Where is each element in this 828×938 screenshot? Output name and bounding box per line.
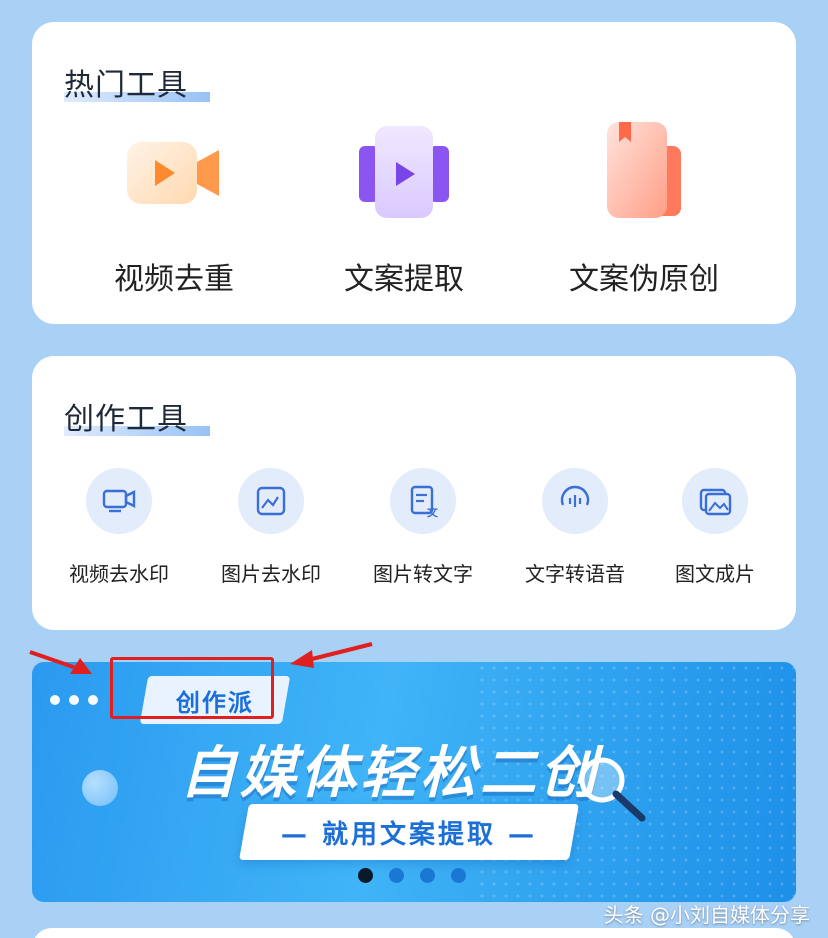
tool-label: 图文成片	[675, 562, 755, 586]
document-bookmark-icon	[607, 122, 681, 218]
hot-tool-copy-extract[interactable]: 文案提取	[284, 122, 524, 302]
next-card-edge	[32, 928, 796, 938]
tool-label: 图片转文字	[373, 562, 473, 586]
image-to-text-icon: 文	[410, 485, 439, 518]
tool-image-text-video[interactable]: 图文成片	[650, 468, 780, 588]
video-camera-icon	[127, 142, 219, 204]
film-play-icon	[359, 126, 449, 218]
tool-text-to-speech[interactable]: 文字转语音	[510, 468, 640, 588]
image-gallery-icon	[699, 488, 732, 516]
banner-deco-bubble	[82, 770, 118, 806]
tool-video-watermark-remove[interactable]: 视频去水印	[54, 468, 184, 588]
tool-icon-circle	[682, 468, 748, 534]
carousel-dot[interactable]	[420, 868, 435, 883]
creation-tools-card: 创作工具 视频去水印 图片去水印 文 图片转文字 文字转语音 图文成片	[32, 356, 796, 630]
tool-icon-circle	[238, 468, 304, 534]
tool-image-to-text[interactable]: 文 图片转文字	[358, 468, 488, 588]
image-watermark-icon	[256, 486, 286, 516]
creation-tools-title: 创作工具	[64, 394, 210, 438]
hot-tool-label: 视频去重	[114, 262, 234, 297]
tool-icon-circle	[542, 468, 608, 534]
hot-tools-card: 热门工具 视频去重 文案提取 文案伪原创	[32, 22, 796, 324]
magnifier-icon	[579, 757, 646, 822]
annotation-arrows	[29, 642, 373, 674]
tool-image-watermark-remove[interactable]: 图片去水印	[206, 468, 336, 588]
svg-text:文: 文	[427, 505, 439, 518]
carousel-dot[interactable]	[451, 868, 466, 883]
banner-cta-text: — 就用文案提取 —	[280, 819, 538, 850]
tool-label: 视频去水印	[69, 562, 169, 586]
carousel-dot[interactable]	[389, 868, 404, 883]
hot-tools-title: 热门工具	[64, 60, 210, 104]
tool-label: 图片去水印	[221, 562, 321, 586]
carousel-dot[interactable]	[358, 868, 373, 883]
banner-headline: 自媒体轻松二创	[180, 741, 600, 806]
hot-tool-label: 文案提取	[344, 262, 464, 297]
hot-tool-pseudo-original[interactable]: 文案伪原创	[524, 122, 764, 302]
source-watermark: 头条 @小刘自媒体分享	[603, 903, 810, 927]
banner-cta-button[interactable]: — 就用文案提取 —	[239, 804, 579, 860]
carousel-indicator	[358, 868, 482, 887]
tool-icon-circle	[86, 468, 152, 534]
video-watermark-icon	[102, 489, 136, 513]
tool-icon-circle: 文	[390, 468, 456, 534]
tool-label: 文字转语音	[525, 562, 625, 586]
hot-tool-video-dedupe[interactable]: 视频去重	[54, 122, 294, 302]
text-to-speech-icon	[560, 485, 590, 507]
hot-tool-label: 文案伪原创	[569, 262, 719, 297]
